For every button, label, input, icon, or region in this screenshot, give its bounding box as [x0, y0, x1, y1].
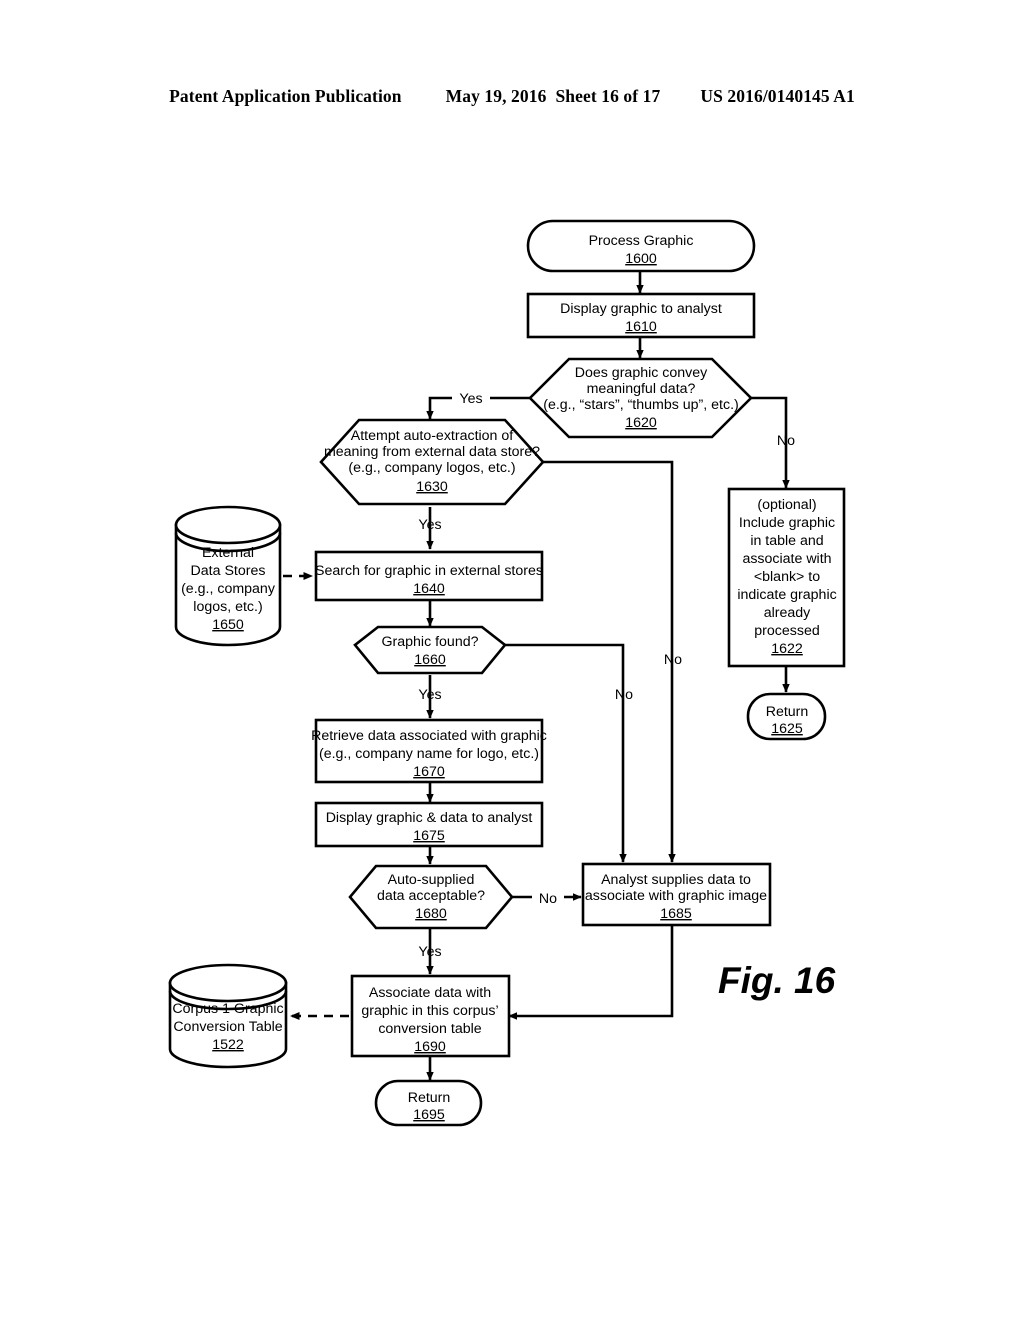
patent-page: Patent Application Publication May 19, 2…	[0, 0, 1024, 1320]
node-1620-line-2: (e.g., “stars”, “thumbs up”, etc.)	[543, 397, 739, 413]
edge-label-1680-no: No	[539, 891, 557, 907]
node-1600-ref: 1600	[625, 251, 657, 267]
node-1690-associate-data-with-graphic[interactable]: Associate data with graphic in this corp…	[350, 974, 511, 1058]
node-1622-line-1: Include graphic	[739, 515, 835, 531]
node-1670-ref: 1670	[413, 764, 445, 780]
node-1695-return[interactable]: Return 1695	[374, 1079, 483, 1127]
node-1620-ref: 1620	[625, 415, 657, 431]
node-1660-graphic-found[interactable]: Graphic found? 1660	[353, 625, 507, 675]
node-1650-ref: 1650	[212, 617, 244, 633]
node-1640-line-0: Search for graphic in external stores	[315, 563, 543, 579]
node-1622-line-3: associate with	[742, 551, 831, 567]
node-1622-line-4: <blank> to	[754, 569, 820, 585]
node-1625-ref: 1625	[771, 721, 803, 737]
node-1675-line-0: Display graphic & data to analyst	[326, 810, 533, 826]
node-1680-line-1: data acceptable?	[377, 888, 485, 904]
node-1622-line-6: already	[764, 605, 811, 621]
node-1650-line-3: logos, etc.)	[193, 599, 262, 615]
node-1690-line-0: Associate data with	[369, 985, 491, 1001]
node-1610-ref: 1610	[625, 319, 657, 335]
node-1522-line-1: Conversion Table	[173, 1019, 282, 1035]
node-1690-line-2: conversion table	[378, 1021, 481, 1037]
node-1622-line-7: processed	[754, 623, 819, 639]
node-1620-line-1: meaningful data?	[587, 381, 696, 397]
node-1670-line-0: Retrieve data associated with graphic	[311, 728, 547, 744]
node-1522-corpus-1-graphic-conversion-table[interactable]: Corpus 1 Graphic Conversion Table 1522	[168, 963, 288, 1069]
node-1685-line-0: Analyst supplies data to	[601, 872, 751, 888]
node-1670-retrieve-data[interactable]: Retrieve data associated with graphic (e…	[311, 718, 547, 784]
node-1690-ref: 1690	[414, 1039, 446, 1055]
node-1690-line-1: graphic in this corpus’	[361, 1003, 498, 1019]
node-1522-line-0: Corpus 1 Graphic	[172, 1001, 283, 1017]
edge-1630-no	[543, 460, 676, 863]
edge-label-1660-no: No	[615, 687, 633, 703]
node-1640-search-for-graphic[interactable]: Search for graphic in external stores 16…	[314, 550, 544, 602]
node-1600-process-graphic[interactable]: Process Graphic 1600	[526, 219, 756, 273]
node-1630-line-2: (e.g., company logos, etc.)	[348, 460, 515, 476]
node-1680-auto-supplied-data-acceptable[interactable]: Auto-supplied data acceptable? 1680	[348, 864, 514, 930]
edge-label-1680-yes: Yes	[418, 944, 441, 960]
node-1600-line-0: Process Graphic	[589, 233, 694, 249]
node-1620-does-graphic-convey-meaningful-data[interactable]: Does graphic convey meaningful data? (e.…	[528, 357, 753, 439]
node-1640-ref: 1640	[413, 581, 445, 597]
node-1680-line-0: Auto-supplied	[388, 872, 475, 888]
node-1650-external-data-stores[interactable]: External Data Stores (e.g., company logo…	[174, 505, 282, 647]
node-1630-line-0: Attempt auto-extraction of	[351, 428, 514, 444]
node-1660-ref: 1660	[414, 652, 446, 668]
node-1685-analyst-supplies-data[interactable]: Analyst supplies data to associate with …	[581, 862, 772, 927]
node-1670-line-1: (e.g., company name for logo, etc.)	[319, 746, 539, 762]
node-1630-attempt-auto-extraction[interactable]: Attempt auto-extraction of meaning from …	[319, 418, 545, 506]
node-1675-ref: 1675	[413, 828, 445, 844]
node-1622-optional-include-graphic[interactable]: (optional) Include graphic in table and …	[727, 487, 846, 668]
edge-label-1620-no: No	[777, 433, 795, 449]
node-1622-line-0: (optional)	[757, 497, 816, 513]
node-1622-line-5: indicate graphic	[737, 587, 836, 603]
edge-label-1630-yes: Yes	[418, 517, 441, 533]
node-1625-line-0: Return	[766, 704, 809, 720]
edge-label-1620-yes: Yes	[459, 391, 482, 407]
node-1622-ref: 1622	[771, 641, 803, 657]
node-1685-line-1: associate with graphic image	[585, 888, 767, 904]
node-1630-line-1: meaning from external data store?	[324, 444, 540, 460]
node-1622-line-2: in table and	[750, 533, 823, 549]
node-1625-return[interactable]: Return 1625	[746, 692, 827, 741]
node-1610-display-graphic-to-analyst[interactable]: Display graphic to analyst 1610	[526, 292, 756, 339]
node-1620-line-0: Does graphic convey	[575, 365, 708, 381]
node-1610-line-0: Display graphic to analyst	[560, 301, 722, 317]
figure-label: Fig. 16	[718, 960, 836, 1001]
node-1650-line-1: Data Stores	[191, 563, 266, 579]
node-1695-ref: 1695	[413, 1107, 445, 1123]
node-1522-ref: 1522	[212, 1037, 244, 1053]
node-1675-display-graphic-and-data[interactable]: Display graphic & data to analyst 1675	[314, 801, 544, 848]
node-1650-line-0: External	[202, 545, 254, 561]
node-1695-line-0: Return	[408, 1090, 451, 1106]
node-1660-line-0: Graphic found?	[381, 634, 478, 650]
node-1685-ref: 1685	[660, 906, 692, 922]
node-1650-line-2: (e.g., company	[181, 581, 276, 597]
edge-label-1660-yes: Yes	[418, 687, 441, 703]
edge-label-1630-no: No	[664, 652, 682, 668]
node-1630-ref: 1630	[416, 479, 448, 495]
flowchart-figure-16: Process Graphic 1600 Display graphic to …	[168, 219, 846, 1127]
edge-1685-1690	[508, 925, 674, 1020]
node-1680-ref: 1680	[415, 906, 447, 922]
